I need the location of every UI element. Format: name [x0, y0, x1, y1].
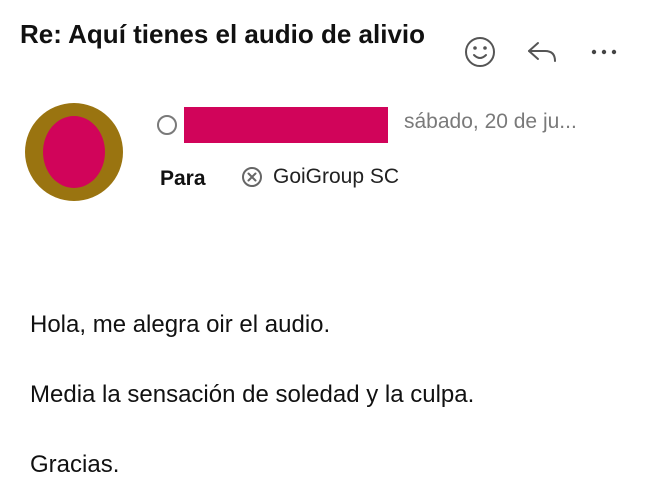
reply-arrow-icon: [528, 42, 556, 62]
more-options-button[interactable]: [586, 34, 622, 70]
body-paragraph: Media la sensación de soledad y la culpa…: [30, 381, 475, 408]
avatar-redaction: [43, 116, 105, 188]
sender-name-redacted[interactable]: [184, 107, 388, 143]
presence-status-icon: [157, 115, 177, 135]
email-actions-toolbar: [462, 34, 622, 70]
more-horizontal-icon: [591, 49, 617, 55]
react-button[interactable]: [462, 34, 498, 70]
body-paragraph: Gracias.: [30, 451, 120, 478]
reply-button[interactable]: [524, 34, 560, 70]
email-date: sábado, 20 de ju...: [404, 110, 577, 133]
email-body: Hola, me alegra oir el audio. Media la s…: [30, 307, 630, 500]
email-reading-pane: Re: Aquí tienes el audio de alivio sábad…: [0, 0, 646, 500]
to-label: Para: [160, 167, 206, 190]
remove-recipient-icon[interactable]: [241, 166, 263, 188]
recipient-chip[interactable]: GoiGroup SC: [241, 165, 399, 189]
smiley-icon: [465, 37, 495, 67]
recipient-name: GoiGroup SC: [273, 165, 400, 188]
email-subject: Re: Aquí tienes el audio de alivio: [20, 19, 426, 49]
sender-avatar[interactable]: [25, 103, 123, 201]
body-paragraph: Hola, me alegra oir el audio.: [30, 311, 331, 338]
